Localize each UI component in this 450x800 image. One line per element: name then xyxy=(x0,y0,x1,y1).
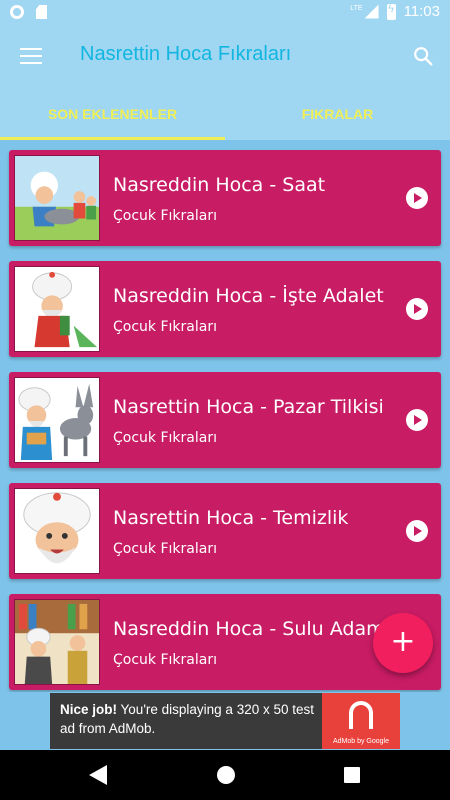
play-icon[interactable] xyxy=(406,298,428,320)
home-icon[interactable] xyxy=(217,766,235,784)
recents-icon[interactable] xyxy=(344,767,360,783)
story-category: Çocuk Fıkraları xyxy=(113,541,217,557)
app-bar: Nasrettin Hoca Fıkraları xyxy=(0,26,450,88)
play-icon[interactable] xyxy=(406,409,428,431)
list-item[interactable]: Nasrettin Hoca - Pazar Tilkisi Çocuk Fık… xyxy=(9,372,441,468)
battery-charging-icon xyxy=(386,3,396,20)
ad-text: Nice job! You're displaying a 320 x 50 t… xyxy=(60,700,320,738)
app-title: Nasrettin Hoca Fıkraları xyxy=(80,43,292,65)
admob-brand: AdMob by Google xyxy=(332,738,390,745)
list-item[interactable]: Nasrettin Hoca - Temizlik Çocuk Fıkralar… xyxy=(9,483,441,579)
story-list[interactable]: Nasreddin Hoca - Saat Çocuk Fıkraları Na… xyxy=(0,140,450,692)
add-button[interactable]: + xyxy=(373,613,433,673)
story-title: Nasreddin Hoca - Saat xyxy=(113,174,326,196)
signal-icon xyxy=(364,4,379,19)
list-item[interactable]: Nasreddin Hoca - Saat Çocuk Fıkraları xyxy=(9,150,441,246)
menu-icon[interactable] xyxy=(20,48,42,64)
play-icon[interactable] xyxy=(406,187,428,209)
story-title: Nasreddin Hoca - Sulu Adam xyxy=(113,618,385,640)
story-thumbnail xyxy=(14,599,100,685)
story-title: Nasrettin Hoca - Pazar Tilkisi xyxy=(113,396,384,418)
status-bar: LTE 11:03 xyxy=(0,0,450,26)
clock: 11:03 xyxy=(403,3,440,20)
story-title: Nasrettin Hoca - Temizlik xyxy=(113,507,349,529)
story-category: Çocuk Fıkraları xyxy=(113,319,217,335)
list-item[interactable]: Nasreddin Hoca - İşte Adalet Çocuk Fıkra… xyxy=(9,261,441,357)
admob-logo: AdMob by Google xyxy=(322,693,400,749)
test-ad[interactable]: Nice job! You're displaying a 320 x 50 t… xyxy=(50,693,400,749)
sd-card-icon xyxy=(36,5,47,19)
play-icon[interactable] xyxy=(406,520,428,542)
tab-son-eklenenler[interactable]: SON EKLENENLER xyxy=(0,88,225,140)
system-nav-bar xyxy=(0,750,450,800)
admob-icon xyxy=(349,701,373,729)
story-category: Çocuk Fıkraları xyxy=(113,430,217,446)
story-thumbnail xyxy=(14,266,100,352)
story-title: Nasreddin Hoca - İşte Adalet xyxy=(113,285,384,307)
sync-icon xyxy=(10,5,24,19)
story-category: Çocuk Fıkraları xyxy=(113,652,217,668)
tab-bar: SON EKLENENLER FIKRALAR xyxy=(0,88,450,140)
story-thumbnail xyxy=(14,155,100,241)
ad-headline: Nice job! xyxy=(60,702,118,717)
story-thumbnail xyxy=(14,488,100,574)
back-icon[interactable] xyxy=(89,765,107,785)
ad-banner: Nice job! You're displaying a 320 x 50 t… xyxy=(0,692,450,750)
search-icon[interactable] xyxy=(412,45,434,67)
story-category: Çocuk Fıkraları xyxy=(113,208,217,224)
network-type: LTE xyxy=(350,5,363,12)
tab-fikralar[interactable]: FIKRALAR xyxy=(225,88,450,140)
story-thumbnail xyxy=(14,377,100,463)
